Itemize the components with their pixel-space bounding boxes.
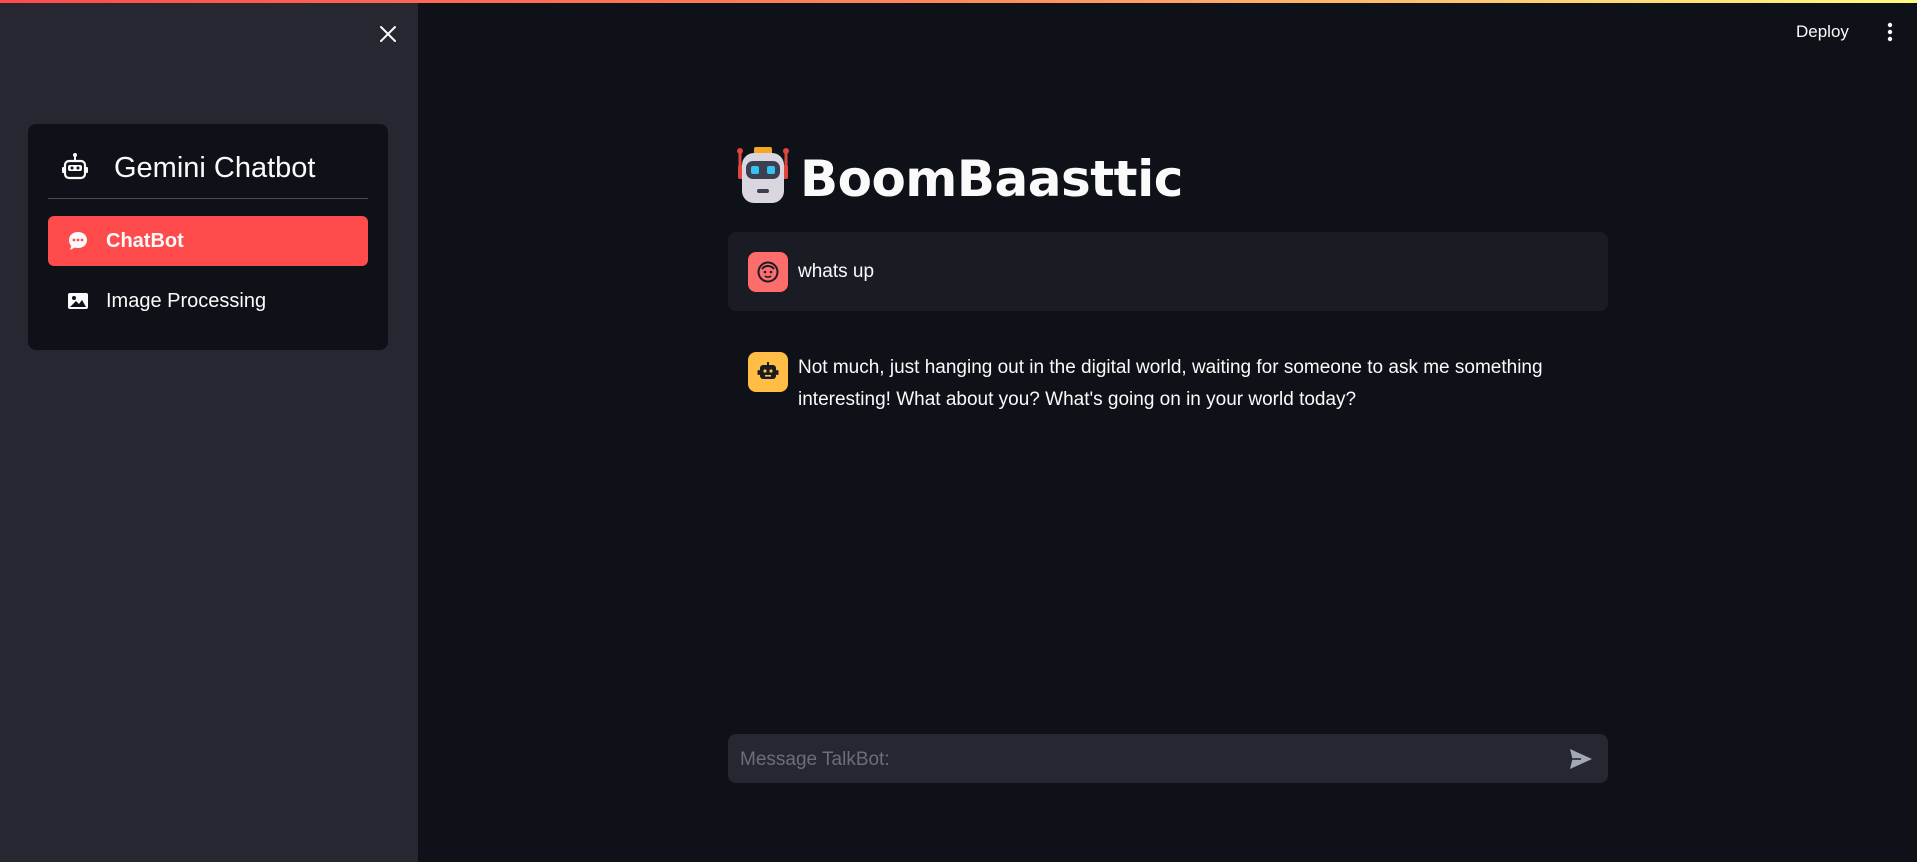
main-menu-button[interactable] xyxy=(1880,18,1900,46)
bot-icon xyxy=(757,362,779,379)
menu-item-label: Image Processing xyxy=(106,289,267,312)
send-button[interactable] xyxy=(1568,746,1594,772)
page-title: BoomBaasttic xyxy=(734,144,1183,214)
page-title-text: BoomBaasttic xyxy=(800,150,1183,208)
user-avatar xyxy=(748,252,788,292)
send-icon xyxy=(1570,749,1592,769)
deploy-button[interactable]: Deploy xyxy=(1796,18,1849,46)
close-sidebar-button[interactable] xyxy=(374,20,402,48)
menu-item-image-processing[interactable]: Image Processing xyxy=(48,276,368,326)
close-icon xyxy=(380,26,396,42)
chat-bubble-icon xyxy=(66,229,90,253)
option-menu: Gemini Chatbot ChatBot Image Processing xyxy=(28,124,388,350)
user-face-icon xyxy=(757,261,779,283)
chat-message-assistant: Not much, just hanging out in the digita… xyxy=(728,338,1608,428)
robot-icon xyxy=(58,151,92,185)
sidebar: Gemini Chatbot ChatBot Image Processing xyxy=(0,0,418,862)
menu-item-label: ChatBot xyxy=(106,229,184,252)
message-text: Not much, just hanging out in the digita… xyxy=(798,357,1543,410)
chat-input-container xyxy=(728,734,1608,785)
more-vertical-icon xyxy=(1887,22,1893,42)
image-icon xyxy=(66,289,90,313)
bot-avatar xyxy=(748,352,788,392)
top-decoration-stripe xyxy=(0,0,1917,3)
menu-divider xyxy=(48,198,368,199)
menu-item-chatbot[interactable]: ChatBot xyxy=(48,216,368,266)
menu-title: Gemini Chatbot xyxy=(114,151,316,184)
chat-message-user: whats up xyxy=(728,232,1608,311)
menu-header: Gemini Chatbot xyxy=(48,146,368,190)
message-text: whats up xyxy=(798,261,875,282)
robot-emoji-icon xyxy=(734,145,792,213)
chat-message-input[interactable] xyxy=(738,734,1542,785)
